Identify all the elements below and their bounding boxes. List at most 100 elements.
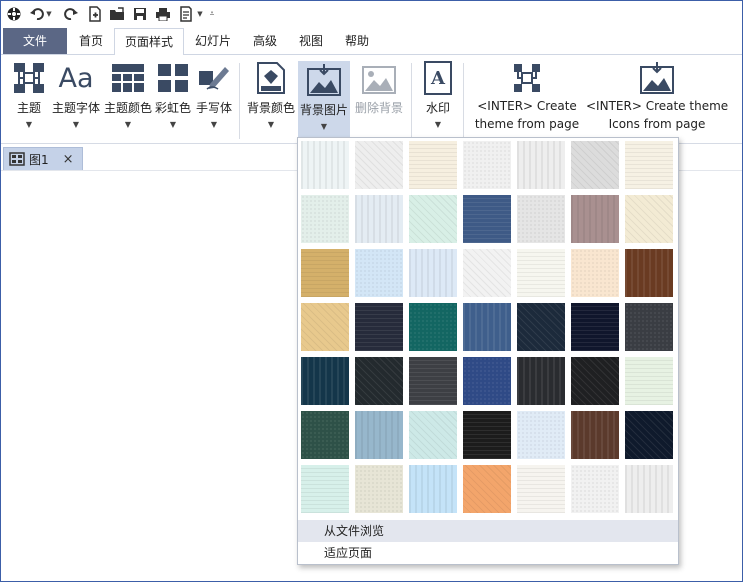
background-texture-tile[interactable]	[571, 357, 619, 405]
close-icon[interactable]: ×	[63, 152, 74, 167]
chevron-down-icon: ▼	[267, 120, 275, 129]
background-texture-tile[interactable]	[625, 303, 673, 351]
tab-help[interactable]: 帮助	[335, 28, 379, 54]
background-image-label: 背景图片	[299, 103, 348, 117]
background-texture-tile[interactable]	[301, 141, 349, 189]
background-texture-tile[interactable]	[301, 465, 349, 513]
background-texture-tile[interactable]	[409, 303, 457, 351]
theme-button[interactable]: 主题 ▼	[11, 59, 47, 129]
background-texture-tile[interactable]	[571, 141, 619, 189]
background-texture-tile[interactable]	[463, 465, 511, 513]
background-texture-tile[interactable]	[517, 195, 565, 243]
background-texture-tile[interactable]	[355, 357, 403, 405]
document-tab-label: 图1	[29, 152, 49, 167]
redo-icon[interactable]	[63, 5, 79, 23]
inter-create-icons-button[interactable]: <INTER> Create theme Icons from page	[586, 59, 728, 131]
document-tab[interactable]: 图1 ×	[3, 147, 83, 171]
chevron-down-icon: ▼	[25, 120, 33, 129]
handwriting-button[interactable]: 手写体 ▼	[194, 59, 234, 129]
background-color-button[interactable]: 背景颜色 ▼	[245, 59, 297, 129]
fit-page-item[interactable]: 适应页面	[298, 542, 678, 564]
background-texture-tile[interactable]	[409, 249, 457, 297]
background-texture-tile[interactable]	[301, 195, 349, 243]
browse-from-file-item[interactable]: 从文件浏览	[298, 520, 678, 542]
create-icons-icon	[586, 59, 728, 97]
background-image-button[interactable]: 背景图片 ▼	[298, 61, 350, 138]
app-logo-icon[interactable]	[6, 5, 22, 23]
rainbow-color-button[interactable]: 彩虹色 ▼	[154, 59, 192, 129]
background-texture-tile[interactable]	[517, 249, 565, 297]
background-texture-tile[interactable]	[463, 303, 511, 351]
undo-dropdown-icon[interactable]: ▼	[45, 5, 53, 23]
watermark-button[interactable]: A 水印 ▼	[418, 59, 458, 129]
background-texture-tile[interactable]	[355, 303, 403, 351]
background-texture-tile[interactable]	[355, 249, 403, 297]
background-texture-tile[interactable]	[517, 141, 565, 189]
export-icon[interactable]	[178, 5, 194, 23]
theme-color-button[interactable]: 主题颜色 ▼	[103, 59, 153, 129]
background-texture-tile[interactable]	[355, 411, 403, 459]
tab-home[interactable]: 首页	[69, 28, 113, 54]
background-texture-tile[interactable]	[409, 195, 457, 243]
background-texture-tile[interactable]	[625, 249, 673, 297]
background-texture-tile[interactable]	[625, 465, 673, 513]
background-texture-tile[interactable]	[571, 465, 619, 513]
background-texture-tile[interactable]	[571, 303, 619, 351]
background-texture-tile[interactable]	[301, 411, 349, 459]
background-texture-tile[interactable]	[355, 141, 403, 189]
background-texture-tile[interactable]	[571, 249, 619, 297]
chevron-down-icon: ▼	[124, 120, 132, 129]
background-texture-tile[interactable]	[625, 141, 673, 189]
background-texture-tile[interactable]	[463, 195, 511, 243]
tab-view[interactable]: 视图	[289, 28, 333, 54]
background-texture-tile[interactable]	[301, 249, 349, 297]
theme-font-button[interactable]: Aa 主题字体 ▼	[51, 59, 101, 130]
background-texture-tile[interactable]	[571, 411, 619, 459]
background-texture-tile[interactable]	[463, 141, 511, 189]
background-texture-tile[interactable]	[463, 357, 511, 405]
tab-page-style[interactable]: 页面样式	[114, 28, 184, 56]
customize-toolbar-icon[interactable]: ⩡	[208, 5, 216, 23]
open-folder-icon[interactable]	[109, 5, 125, 23]
background-texture-tile[interactable]	[409, 411, 457, 459]
chevron-down-icon: ▼	[169, 120, 177, 129]
background-texture-tile[interactable]	[625, 357, 673, 405]
theme-icon	[11, 59, 47, 97]
background-texture-tile[interactable]	[625, 195, 673, 243]
background-texture-tile[interactable]	[409, 465, 457, 513]
background-texture-tile[interactable]	[301, 357, 349, 405]
background-texture-tile[interactable]	[517, 357, 565, 405]
theme-font-label: 主题字体	[51, 101, 100, 115]
print-icon[interactable]	[155, 5, 171, 23]
undo-icon[interactable]	[29, 5, 45, 23]
tab-advanced[interactable]: 高级	[243, 28, 287, 54]
handwriting-pen-icon	[194, 59, 234, 97]
background-texture-tile[interactable]	[355, 465, 403, 513]
tab-slideshow[interactable]: 幻灯片	[185, 28, 241, 54]
background-texture-tile[interactable]	[409, 357, 457, 405]
ribbon-separator	[411, 63, 412, 139]
background-texture-tile[interactable]	[625, 411, 673, 459]
tab-file[interactable]: 文件	[3, 28, 67, 54]
background-texture-tile[interactable]	[355, 195, 403, 243]
export-dropdown-icon[interactable]: ▼	[196, 5, 204, 23]
save-icon[interactable]	[132, 5, 148, 23]
background-texture-tile[interactable]	[571, 195, 619, 243]
background-texture-tile[interactable]	[301, 303, 349, 351]
inter-create-theme-button[interactable]: <INTER> Create theme from page	[471, 59, 583, 131]
rainbow-color-icon	[154, 59, 192, 97]
inter-create-theme-label-1: <INTER> Create	[477, 99, 577, 113]
background-texture-tile[interactable]	[517, 411, 565, 459]
background-color-label: 背景颜色	[246, 101, 295, 115]
background-color-icon	[245, 59, 297, 97]
background-texture-tile[interactable]	[463, 249, 511, 297]
background-texture-tile[interactable]	[517, 303, 565, 351]
remove-background-label: 删除背景	[354, 101, 403, 115]
new-file-icon[interactable]	[87, 5, 103, 23]
chevron-down-icon: ▼	[72, 120, 80, 129]
background-texture-tile[interactable]	[517, 465, 565, 513]
background-texture-tile[interactable]	[463, 411, 511, 459]
remove-background-button[interactable]: 删除背景	[353, 59, 405, 116]
background-texture-tile[interactable]	[409, 141, 457, 189]
inter-create-icons-label-1: <INTER> Create theme	[586, 99, 729, 113]
